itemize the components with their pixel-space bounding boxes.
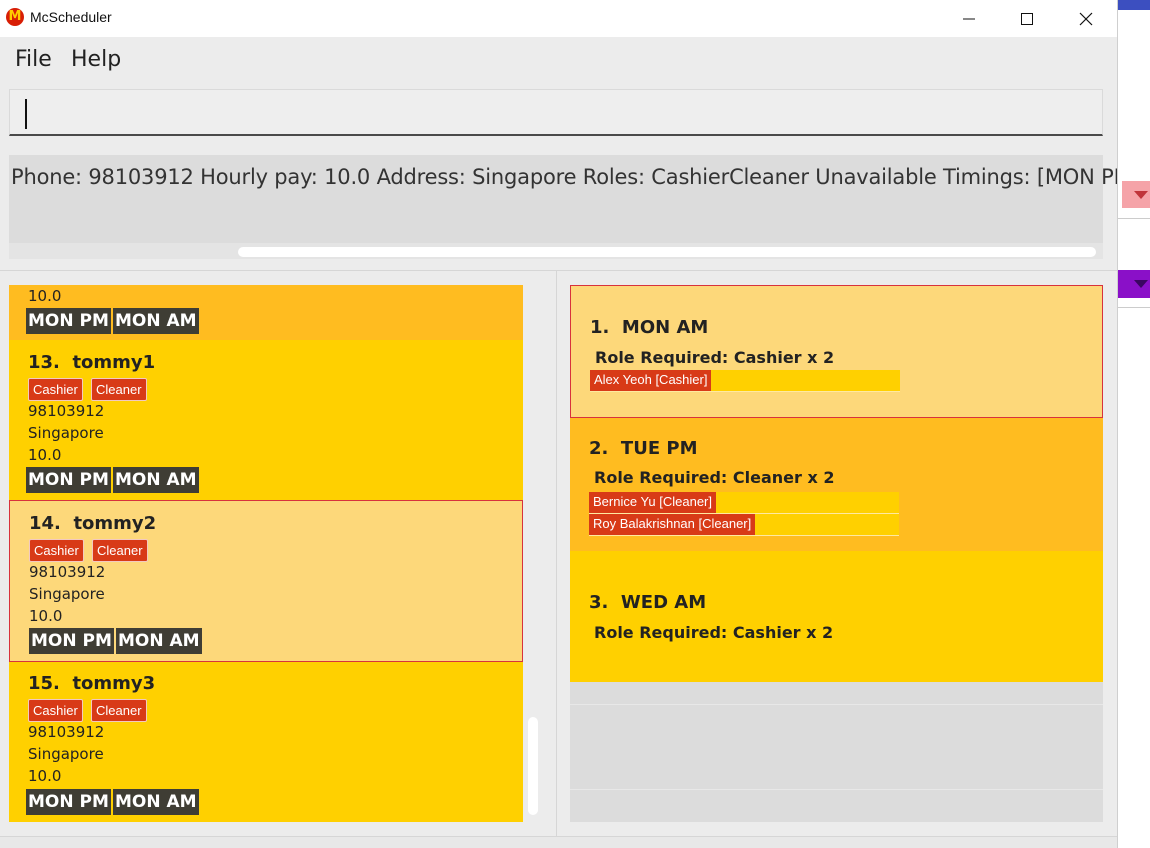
shift-card-selected[interactable]: 1. MON AM Role Required: Cashier x 2 Ale…	[570, 285, 1103, 418]
shift-role-required: Role Required: Cashier x 2	[595, 348, 835, 367]
worker-address: Singapore	[28, 424, 104, 442]
shift-index: 1.	[590, 317, 610, 338]
worker-pay: 10.0	[29, 607, 63, 625]
background-divider	[1118, 218, 1150, 219]
minimize-icon	[963, 18, 975, 19]
command-input[interactable]	[9, 89, 1103, 136]
shift-name: 3. WED AM	[589, 592, 706, 613]
panel-divider	[556, 271, 557, 837]
close-icon	[1079, 12, 1093, 25]
unavailable-timing-tag: MON AM	[113, 308, 199, 334]
worker-list: 10.0 MON PM MON AM 13. tommy1 Cashier Cl…	[9, 285, 523, 822]
shift-list: 1. MON AM Role Required: Cashier x 2 Ale…	[570, 285, 1103, 822]
background-dropdown	[1118, 270, 1150, 298]
assignment-row: Roy Balakrishnan [Cleaner]	[589, 514, 899, 536]
assignment-tag: Alex Yeoh [Cashier]	[590, 370, 712, 391]
result-text: Phone: 98103912 Hourly pay: 10.0 Address…	[11, 165, 1117, 189]
minimize-button[interactable]	[941, 0, 997, 37]
shift-name: 1. MON AM	[590, 317, 708, 338]
unavailable-timing-tag: MON PM	[26, 789, 111, 815]
background-header	[1118, 0, 1150, 10]
worker-name: 14. tommy2	[29, 513, 156, 534]
worker-index: 13.	[28, 352, 60, 373]
shift-index: 3.	[589, 592, 609, 613]
unavailable-timing-tag: MON AM	[113, 789, 199, 815]
role-tag: Cleaner	[91, 699, 147, 722]
title-bar: M McScheduler	[0, 0, 1117, 37]
shift-index: 2.	[589, 438, 609, 459]
worker-pay: 10.0	[28, 287, 62, 305]
shift-name-text: MON AM	[621, 317, 709, 338]
worker-name: 13. tommy1	[28, 352, 155, 373]
text-caret	[25, 99, 27, 129]
unavailable-timing-tag: MON PM	[26, 467, 111, 493]
worker-card-partial[interactable]: 10.0 MON PM MON AM	[9, 285, 523, 340]
scrollbar-thumb[interactable]	[528, 717, 538, 815]
unavailable-timing-tag: MON AM	[116, 628, 202, 654]
unavailable-timing-tag: MON AM	[113, 467, 199, 493]
scrollbar-thumb[interactable]	[238, 247, 1096, 257]
empty-row-separator	[570, 789, 1103, 790]
status-bar	[0, 836, 1117, 848]
maximize-button[interactable]	[999, 0, 1055, 37]
worker-card[interactable]: 13. tommy1 Cashier Cleaner 98103912 Sing…	[9, 340, 523, 500]
assignment-row: Bernice Yu [Cleaner]	[589, 492, 899, 514]
dropdown-arrow-icon	[1134, 280, 1148, 288]
section-divider	[0, 270, 1117, 271]
worker-index: 15.	[28, 673, 60, 694]
role-tag: Cleaner	[92, 539, 148, 562]
background-dropdown	[1122, 181, 1150, 208]
background-divider	[1118, 307, 1150, 308]
background-window	[1118, 0, 1150, 848]
shift-card[interactable]: 2. TUE PM Role Required: Cleaner x 2 Ber…	[570, 418, 1103, 551]
role-tag: Cleaner	[91, 378, 147, 401]
window-title: McScheduler	[30, 9, 112, 25]
menu-file[interactable]: File	[15, 47, 52, 72]
worker-phone: 98103912	[28, 723, 105, 741]
assignment-row: Alex Yeoh [Cashier]	[590, 370, 900, 392]
unavailable-timing-tag: MON PM	[26, 308, 111, 334]
shift-role-required: Role Required: Cashier x 2	[594, 623, 834, 642]
worker-pay: 10.0	[28, 767, 62, 785]
shift-name-text: WED AM	[620, 592, 707, 613]
shift-role-required: Role Required: Cleaner x 2	[594, 468, 835, 487]
worker-phone: 98103912	[29, 563, 106, 581]
shift-name-text: TUE PM	[620, 438, 698, 459]
worker-card-selected[interactable]: 14. tommy2 Cashier Cleaner 98103912 Sing…	[9, 500, 523, 662]
menu-bar: File Help	[0, 37, 1117, 81]
mcdonalds-logo-icon: M	[6, 8, 24, 26]
role-tag: Cashier	[28, 699, 83, 722]
worker-name: 15. tommy3	[28, 673, 155, 694]
close-button[interactable]	[1058, 0, 1114, 37]
role-tag: Cashier	[29, 539, 84, 562]
shift-card[interactable]: 3. WED AM Role Required: Cashier x 2	[570, 551, 1103, 682]
unavailable-timing-tag: MON PM	[29, 628, 114, 654]
worker-index: 14.	[29, 513, 61, 534]
worker-list-scrollbar[interactable]	[527, 285, 541, 822]
worker-address: Singapore	[29, 585, 105, 603]
assignment-tag: Roy Balakrishnan [Cleaner]	[589, 514, 756, 535]
role-tag: Cashier	[28, 378, 83, 401]
app-window: M McScheduler File Help Phone: 98103912 …	[0, 0, 1118, 848]
dropdown-arrow-icon	[1134, 191, 1148, 199]
maximize-icon	[1021, 12, 1033, 25]
menu-help[interactable]: Help	[71, 47, 121, 72]
worker-pay: 10.0	[28, 446, 62, 464]
assignment-tag: Bernice Yu [Cleaner]	[589, 492, 716, 513]
worker-phone: 98103912	[28, 402, 105, 420]
worker-name-text: tommy3	[72, 673, 156, 694]
empty-row-separator	[570, 704, 1103, 705]
worker-address: Singapore	[28, 745, 104, 763]
worker-name-text: tommy1	[72, 352, 156, 373]
shift-name: 2. TUE PM	[589, 438, 697, 459]
result-horizontal-scrollbar[interactable]	[9, 243, 1103, 259]
worker-card[interactable]: 15. tommy3 Cashier Cleaner 98103912 Sing…	[9, 662, 523, 822]
worker-name-text: tommy2	[73, 513, 157, 534]
result-display: Phone: 98103912 Hourly pay: 10.0 Address…	[9, 155, 1117, 243]
